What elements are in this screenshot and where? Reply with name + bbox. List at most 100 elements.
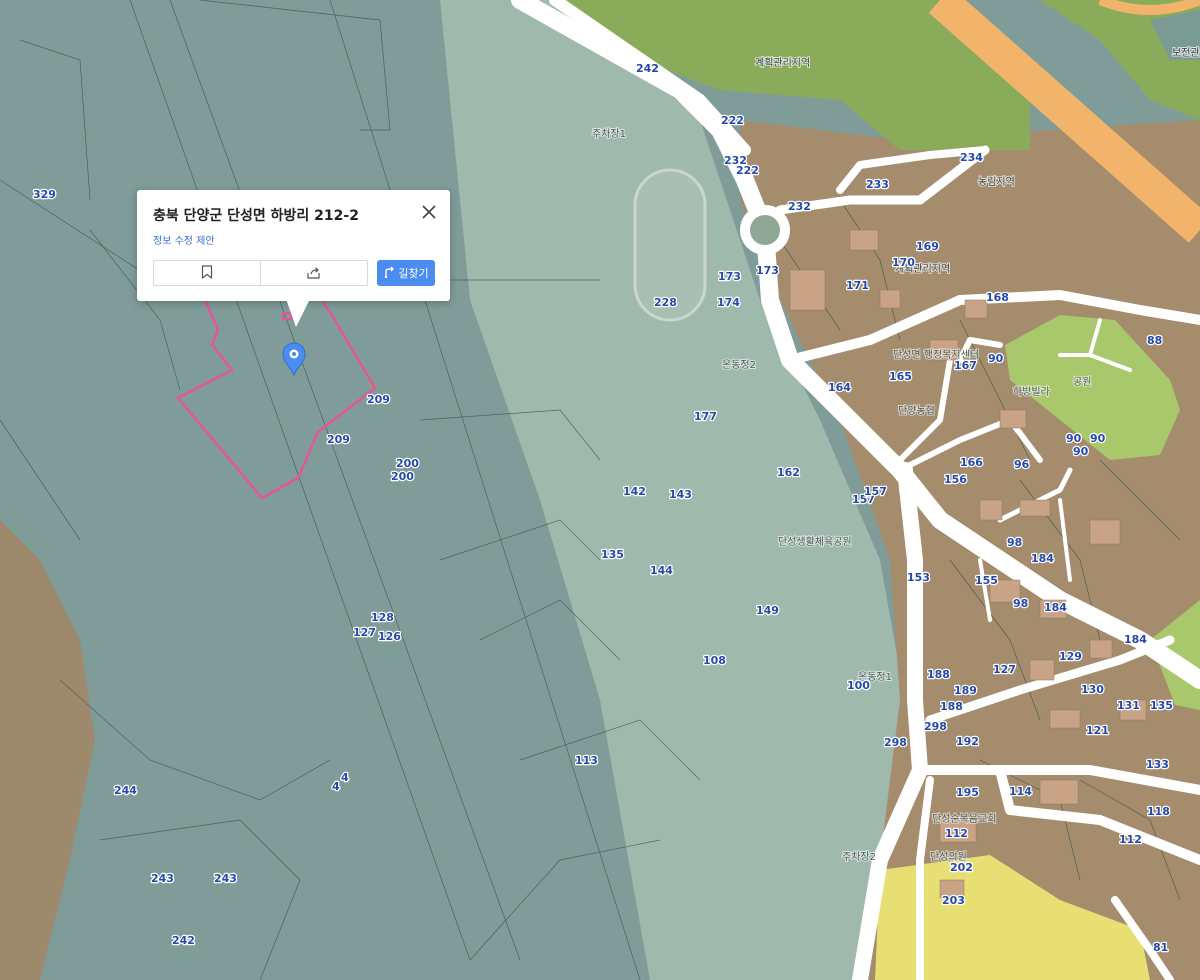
parcel-number: 200 [396,457,419,470]
parcel-number: 234 [960,151,983,164]
parcel-number: 156 [944,473,967,486]
zone-label-agri: 농림지역 [978,176,1015,188]
parcel-number: 209 [367,393,390,406]
parcel-number: 153 [907,571,930,584]
parcel-number: 228 [654,296,677,309]
parcel-number: 121 [1086,724,1109,737]
parcel-number: 203 [942,894,965,907]
zone-label-planned-1: 계획관리지역 [755,57,810,69]
parcel-number: 157 [864,485,887,498]
parcel-number: 170 [892,256,915,269]
parcel-number: 108 [703,654,726,667]
poi-villa[interactable]: 하방빌라 [1012,384,1051,399]
parcel-number: 184 [1031,552,1054,565]
popup-address-title: 충북 단양군 단성면 하방리 212-2 [153,208,359,224]
parcel-number: 4 [341,771,349,784]
parcel-number: 209 [327,433,350,446]
parcel-number: 90 [1073,445,1089,458]
parcel-number: 114 [1009,785,1032,798]
map-canvas[interactable]: 계획관리지역 농림지역 계획관리지역 보전관리 주차장1 단성면 행정복지센터 … [0,0,1200,980]
parcel-number: 164 [828,381,851,394]
parcel-number: 189 [954,684,977,697]
place-info-popup: 충북 단양군 단성면 하방리 212-2 정보 수정 제안 길찾기 [137,190,450,301]
parcel-number: 155 [975,574,998,587]
close-icon[interactable] [420,203,438,221]
parcel-number: 100 [847,679,870,692]
parcel-number: 143 [669,488,692,501]
parcel-number: 113 [575,754,598,767]
parcel-number: 135 [601,548,624,561]
poi-parking-1[interactable]: 주차장1 [591,127,627,141]
poi-ondong-2[interactable]: 온동정2 [721,358,757,372]
parcel-number: 112 [1119,833,1142,846]
parcel-number: 222 [721,114,744,127]
parcel-number: 112 [945,827,968,840]
parcel-number: 200 [391,470,414,483]
share-icon [307,264,321,283]
parcel-number: 118 [1147,805,1170,818]
popup-tail [286,299,310,327]
parcel-number: 192 [956,735,979,748]
parcel-number: 188 [940,700,963,713]
parcel-number: 90 [1066,432,1082,445]
parcel-number: 243 [214,872,237,885]
poi-church[interactable]: 단성순복음교회 [931,812,997,826]
parcel-number: 232 [788,200,811,213]
parcel-number: 169 [916,240,939,253]
parcel-number: 4 [332,780,340,793]
popup-action-group [153,260,368,286]
parcel-number: 184 [1044,601,1067,614]
parcel-number: 98 [1007,536,1022,549]
parcel-number: 88 [1147,334,1162,347]
parcel-number: 130 [1081,683,1104,696]
parcel-number: 128 [371,611,394,624]
bookmark-icon [201,264,213,283]
parcel-number: 144 [650,564,673,577]
parcel-number: 90 [1090,432,1106,445]
parcel-number: 127 [993,663,1016,676]
route-button[interactable]: 길찾기 [377,260,435,286]
parcel-number: 149 [756,604,779,617]
parcel-number: 173 [756,264,779,277]
parcel-number: 168 [986,291,1009,304]
parcel-number: 167 [954,359,977,372]
parcel-number: 298 [884,736,907,749]
parcel-number: 184 [1124,633,1147,646]
parcel-number: 298 [924,720,947,733]
parcel-number: 202 [950,861,973,874]
parcel-number: 195 [956,786,979,799]
parcel-number: 233 [866,178,889,191]
zone-label-preservation: 보전관리 [1172,47,1200,59]
route-icon [383,266,395,281]
poi-nonghyup[interactable]: 단양농협 [897,403,936,418]
parcel-number: 188 [927,668,950,681]
parcel-number: 329 [33,188,56,201]
parcel-number: 131 [1117,699,1140,712]
parcel-number: 165 [889,370,912,383]
poi-sports-park[interactable]: 단성생활체육공원 [777,534,853,549]
parcel-number: 242 [636,62,659,75]
share-button[interactable] [260,261,367,285]
parcel-number: 171 [846,279,869,292]
parcel-number: 243 [151,872,174,885]
route-button-label: 길찾기 [398,267,429,280]
parcel-number: 133 [1146,758,1169,771]
parcel-number: 177 [694,410,717,423]
edit-suggestion-link[interactable]: 정보 수정 제안 [153,232,215,247]
parcel-number: 81 [1153,941,1168,954]
parcel-number: 127 [353,626,376,639]
parcel-number: 129 [1059,650,1082,663]
parcel-number: 135 [1150,699,1173,712]
roundabout[interactable] [740,205,790,255]
parcel-number: 90 [988,352,1004,365]
parcel-number: 96 [1014,458,1030,471]
parcel-number: 242 [172,934,195,947]
parcel-number: 166 [960,456,983,469]
parcel-number: 174 [717,296,740,309]
parcel-number: 162 [777,466,800,479]
poi-parking-2[interactable]: 주차장2 [841,850,877,864]
bookmark-button[interactable] [154,261,260,285]
parcel-number: 98 [1013,597,1028,610]
poi-park[interactable]: 공원 [1072,375,1092,389]
parcel-number: 142 [623,485,646,498]
